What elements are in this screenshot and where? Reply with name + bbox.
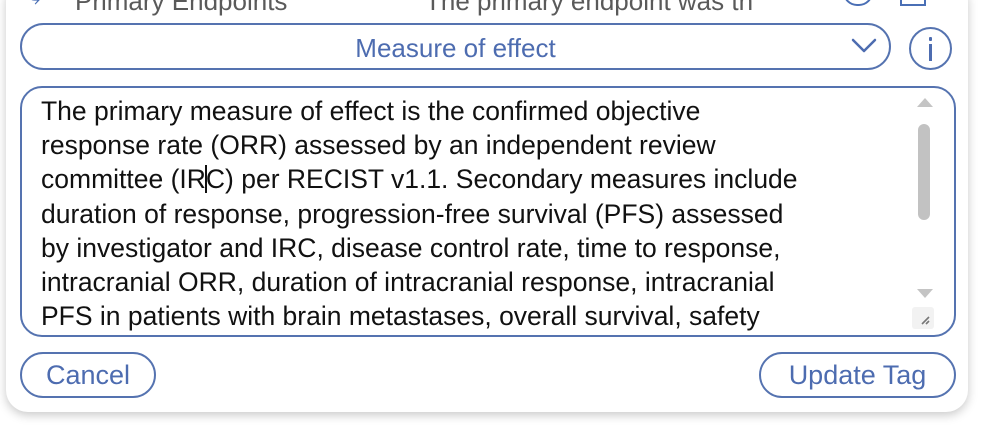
resize-grip-graphic [921, 316, 930, 325]
chevron-down-icon [851, 38, 877, 53]
row-arrow-icon: ⤷ [28, 0, 40, 10]
previous-row-value: The primary endpoint was th [425, 0, 754, 16]
scroll-down-icon[interactable] [917, 289, 933, 298]
tag-type-selected-value: Measure of effect [355, 33, 556, 63]
text-line-7: PFS in patients with brain metastases, o… [41, 301, 760, 332]
text-line-5: by investigator and IRC, disease control… [41, 232, 781, 263]
info-button[interactable] [909, 27, 952, 70]
previous-row-label: Primary Endpoints [75, 0, 288, 16]
text-line-4: duration of response, progression-free s… [41, 198, 784, 229]
text-line-3b: C) per RECIST v1.1. Secondary measures i… [205, 164, 798, 195]
update-tag-button[interactable]: Update Tag [759, 352, 956, 398]
link-icon[interactable] [843, 0, 873, 6]
scroll-thumb[interactable] [918, 124, 930, 220]
tag-value-text[interactable]: The primary measure of effect is the con… [41, 94, 921, 333]
info-icon-stem [929, 44, 932, 61]
resize-grip-icon[interactable] [912, 307, 934, 329]
delete-icon[interactable] [900, 0, 926, 6]
tag-type-select[interactable]: Measure of effect [20, 23, 891, 70]
text-line-1: The primary measure of effect is the con… [41, 96, 701, 126]
previous-row-peek: ⤷ Primary Endpoints The primary endpoint… [0, 0, 981, 16]
tag-value-textarea[interactable]: The primary measure of effect is the con… [20, 86, 956, 337]
textarea-scrollbar[interactable] [916, 98, 933, 298]
info-icon [929, 37, 932, 41]
cancel-button[interactable]: Cancel [20, 352, 156, 398]
text-line-6: intracranial ORR, duration of intracrani… [41, 267, 775, 298]
scroll-up-icon[interactable] [917, 98, 933, 107]
text-line-3a: committee (IR [41, 164, 206, 195]
text-line-2: response rate (ORR) assessed by an indep… [41, 130, 716, 161]
